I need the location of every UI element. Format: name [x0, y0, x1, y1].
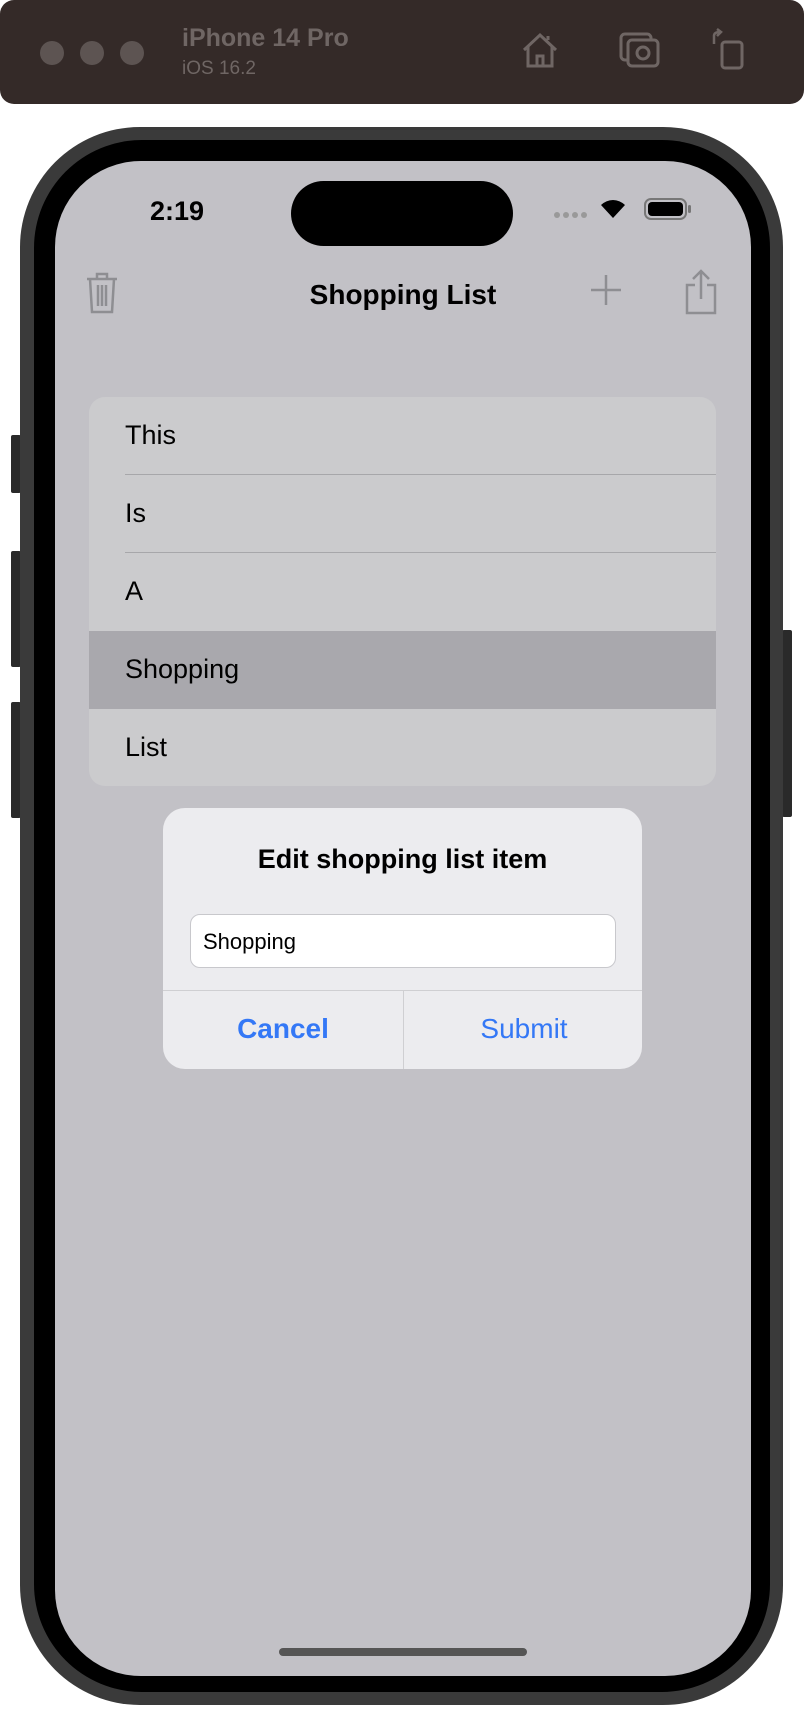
- list-item-label: List: [125, 732, 168, 762]
- dynamic-island: [291, 181, 513, 246]
- rotate-icon[interactable]: [708, 28, 752, 72]
- phone-screen: 2:19 Shopping List This Is A Shopping Li…: [55, 161, 751, 1676]
- close-window-button[interactable]: [40, 41, 64, 65]
- simulator-toolbar: iPhone 14 Pro iOS 16.2: [0, 0, 804, 104]
- list-item-selected[interactable]: Shopping: [89, 631, 716, 709]
- list-item[interactable]: This: [89, 397, 716, 475]
- zoom-window-button[interactable]: [120, 41, 144, 65]
- home-indicator[interactable]: [279, 1648, 527, 1656]
- nav-title: Shopping List: [309, 279, 497, 310]
- list-item[interactable]: Is: [89, 475, 716, 553]
- home-icon[interactable]: [518, 28, 562, 72]
- edit-item-alert: Edit shopping list item Shopping Cancel …: [163, 808, 642, 1069]
- alert-title: Edit shopping list item: [257, 844, 548, 874]
- item-name-input[interactable]: Shopping: [190, 914, 616, 968]
- list-item-label: This: [125, 420, 177, 450]
- wifi-icon: [601, 200, 625, 218]
- add-icon[interactable]: [589, 273, 623, 307]
- battery-icon: [644, 198, 691, 220]
- list-item[interactable]: A: [89, 553, 716, 631]
- list-item-label: Is: [125, 498, 147, 528]
- list-item[interactable]: List: [89, 709, 716, 786]
- cellular-signal-icon: [554, 212, 587, 218]
- list-item-label: A: [125, 576, 144, 606]
- list-item-label: Shopping: [125, 654, 240, 684]
- minimize-window-button[interactable]: [80, 41, 104, 65]
- device-name: iPhone 14 Pro: [182, 24, 349, 52]
- shopping-list: This Is A Shopping List: [89, 397, 716, 786]
- status-time: 2:19: [150, 196, 205, 226]
- cancel-button[interactable]: Cancel: [163, 991, 403, 1069]
- share-icon[interactable]: [683, 269, 719, 315]
- os-version: iOS 16.2: [182, 58, 256, 79]
- screenshot-icon[interactable]: [618, 28, 662, 72]
- power-button: [782, 630, 792, 817]
- submit-button[interactable]: Submit: [404, 991, 642, 1069]
